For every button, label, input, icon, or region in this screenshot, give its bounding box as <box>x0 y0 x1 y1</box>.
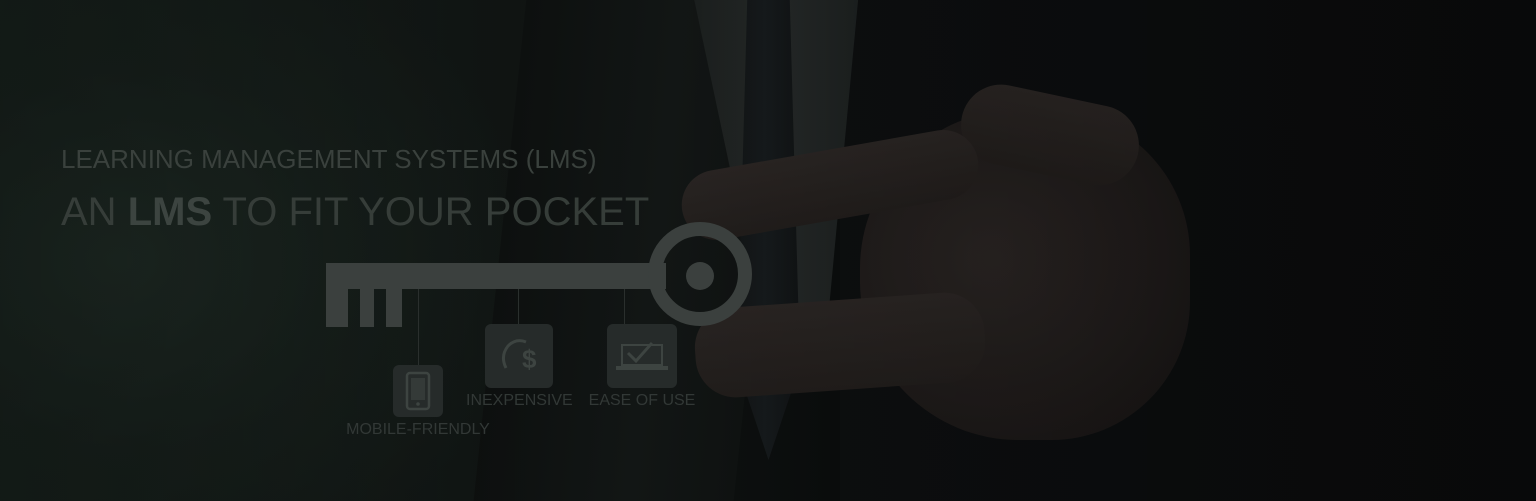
feature-label: INEXPENSIVE <box>466 392 573 409</box>
checkmark-laptop-icon <box>607 324 677 388</box>
dollar-coin-icon: $ <box>485 324 553 388</box>
hero-subtitle: LEARNING MANAGEMENT SYSTEMS (LMS) <box>61 144 597 174</box>
hang-line <box>624 289 625 325</box>
key-icon-hole <box>686 262 714 290</box>
key-icon-tooth <box>360 289 374 327</box>
feature-ease-of-use: EASE OF USE <box>588 324 696 410</box>
hero-title: AN LMS TO FIT YOUR POCKET <box>61 190 649 235</box>
hero-banner: LEARNING MANAGEMENT SYSTEMS (LMS) AN LMS… <box>0 0 1536 501</box>
hang-line <box>518 289 519 325</box>
feature-label: EASE OF USE <box>588 392 696 409</box>
feature-label: MOBILE-FRIENDLY <box>346 421 490 438</box>
mobile-phone-icon <box>393 365 443 417</box>
dark-overlay <box>0 0 1536 501</box>
feature-inexpensive: $ INEXPENSIVE <box>466 324 573 410</box>
key-icon-shaft <box>326 263 666 289</box>
hang-line <box>418 289 419 367</box>
title-emphasis: LMS <box>127 190 213 234</box>
svg-text:$: $ <box>522 344 537 374</box>
key-icon-tooth <box>386 289 402 327</box>
title-suffix: TO FIT YOUR POCKET <box>212 190 650 234</box>
title-prefix: AN <box>61 190 128 234</box>
key-icon-tooth <box>326 289 348 327</box>
